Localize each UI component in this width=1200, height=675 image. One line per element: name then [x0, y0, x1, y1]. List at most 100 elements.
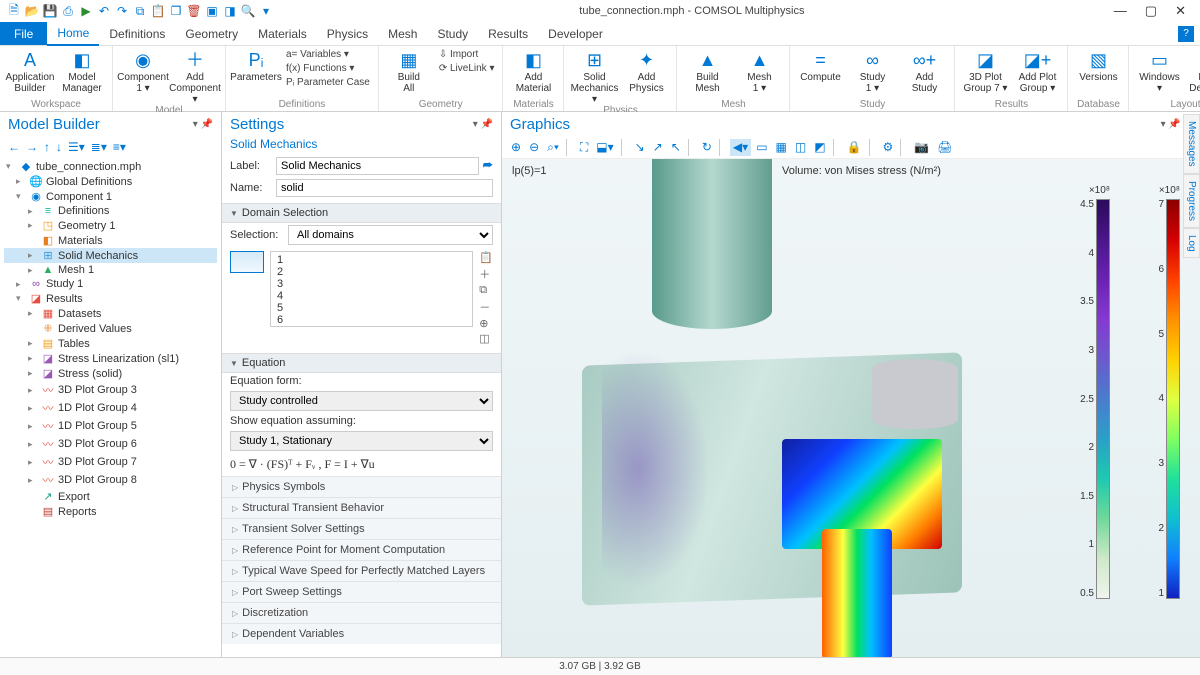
- domain-item[interactable]: 2: [277, 266, 466, 278]
- collapsed-section[interactable]: ▷ Reference Point for Moment Computation: [222, 539, 501, 560]
- tree-node[interactable]: ▸〰3D Plot Group 3: [4, 381, 217, 399]
- qat-save-icon[interactable]: 💾: [42, 3, 58, 19]
- view-xy-icon[interactable]: ⬓▾: [593, 139, 616, 156]
- ribbon-small-item[interactable]: Pᵢ Parameter Case: [284, 76, 372, 89]
- tree-node[interactable]: ▾◪Results: [4, 291, 217, 306]
- go-default-icon[interactable]: ↘: [632, 139, 648, 156]
- tree-node[interactable]: ▾◆tube_connection.mph: [4, 159, 217, 174]
- tree-node[interactable]: ▸〰1D Plot Group 5: [4, 417, 217, 435]
- pin-icon[interactable]: ▾ 📌: [193, 119, 213, 130]
- qat-undo-icon[interactable]: ↶: [96, 3, 112, 19]
- ribbon-parameters-button[interactable]: PᵢParameters: [232, 48, 280, 83]
- ribbon-versions-button[interactable]: ▧Versions: [1074, 48, 1122, 83]
- tree-node[interactable]: ▸🌐Global Definitions: [4, 174, 217, 189]
- ribbon-compute-button[interactable]: =Compute: [796, 48, 844, 83]
- domain-item[interactable]: 5: [277, 302, 466, 314]
- transparency-icon[interactable]: ▦: [773, 139, 790, 156]
- domain-list[interactable]: 123456: [270, 251, 473, 327]
- go-xy-icon[interactable]: ↗: [650, 139, 666, 156]
- ribbon-small-item[interactable]: ⇩ Import: [437, 48, 497, 61]
- sel-zoom-icon[interactable]: ⊕: [479, 317, 493, 330]
- mb-back-icon[interactable]: ←: [6, 139, 22, 155]
- pin-icon[interactable]: ▾ 📌: [473, 119, 493, 130]
- collapsed-section[interactable]: ▷ Discretization: [222, 602, 501, 623]
- qat-down-icon[interactable]: ◨: [222, 3, 238, 19]
- ribbon-small-item[interactable]: a= Variables ▾: [284, 48, 372, 61]
- print-icon[interactable]: 🖨: [934, 139, 955, 156]
- ribbon-solid_mech-button[interactable]: ⊞SolidMechanics ▾: [570, 48, 618, 105]
- zoom-extents-icon[interactable]: ⛶: [577, 139, 591, 156]
- tree-node[interactable]: ▸〰1D Plot Group 4: [4, 399, 217, 417]
- file-tab[interactable]: File: [0, 22, 47, 45]
- tree-node[interactable]: ◧Materials: [4, 233, 217, 248]
- tree-node[interactable]: ▸▤Tables: [4, 336, 217, 351]
- ribbon-add_plot-button[interactable]: ◪+Add PlotGroup ▾: [1013, 48, 1061, 94]
- show-eq-dropdown[interactable]: Study 1, Stationary: [230, 431, 493, 451]
- ribbon-add_physics-button[interactable]: ✦AddPhysics: [622, 48, 670, 94]
- scene-light-icon[interactable]: ▭: [753, 139, 770, 156]
- ribbon-build_mesh-button[interactable]: ▲BuildMesh: [683, 48, 731, 94]
- collapsed-section[interactable]: ▷ Structural Transient Behavior: [222, 497, 501, 518]
- tree-node[interactable]: ⁜Derived Values: [4, 321, 217, 336]
- sel-remove-icon[interactable]: －: [479, 299, 493, 315]
- qat-dup-icon[interactable]: ❐: [168, 3, 184, 19]
- mb-down-icon[interactable]: ↓: [54, 139, 64, 155]
- tree-node[interactable]: ▸≡Definitions: [4, 204, 217, 218]
- tree-node[interactable]: ▸◳Geometry 1: [4, 218, 217, 233]
- tree-node[interactable]: ▸〰3D Plot Group 7: [4, 453, 217, 471]
- tab-geometry[interactable]: Geometry: [175, 23, 248, 45]
- collapsed-section[interactable]: ▷ Dependent Variables: [222, 623, 501, 644]
- tree-node[interactable]: ▤Reports: [4, 504, 217, 519]
- collapsed-section[interactable]: ▷ Transient Solver Settings: [222, 518, 501, 539]
- tree-node[interactable]: ▸◪Stress (solid): [4, 366, 217, 381]
- go-yz-icon[interactable]: ↖: [668, 139, 684, 156]
- tree-node[interactable]: ▸∞Study 1: [4, 277, 217, 291]
- selection-dropdown[interactable]: All domains: [288, 225, 493, 245]
- tab-developer[interactable]: Developer: [538, 23, 613, 45]
- qat-copy-icon[interactable]: ⧉: [132, 3, 148, 19]
- name-input[interactable]: [276, 179, 493, 197]
- collapsed-section[interactable]: ▷ Port Sweep Settings: [222, 581, 501, 602]
- tab-materials[interactable]: Materials: [248, 23, 317, 45]
- label-input[interactable]: [276, 157, 479, 175]
- tree-node[interactable]: ▾◉Component 1: [4, 189, 217, 204]
- wireframe-icon[interactable]: ◫: [792, 139, 809, 156]
- snapshot-icon[interactable]: 📷: [911, 139, 932, 156]
- tree-node[interactable]: ▸〰3D Plot Group 6: [4, 435, 217, 453]
- qat-del-icon[interactable]: 🗑: [186, 3, 202, 19]
- tab-study[interactable]: Study: [427, 23, 478, 45]
- collapsed-section[interactable]: ▷ Typical Wave Speed for Perfectly Match…: [222, 560, 501, 581]
- tab-results[interactable]: Results: [478, 23, 538, 45]
- collapsed-section[interactable]: ▷ Physics Symbols: [222, 476, 501, 497]
- domain-item[interactable]: 6: [277, 314, 466, 326]
- equation-header[interactable]: ▼Equation: [222, 353, 501, 373]
- side-tab-log[interactable]: Log: [1183, 228, 1200, 259]
- tab-mesh[interactable]: Mesh: [378, 23, 427, 45]
- ribbon-3dplot-button[interactable]: ◪3D PlotGroup 7 ▾: [961, 48, 1009, 94]
- tab-home[interactable]: Home: [47, 22, 99, 46]
- domain-item[interactable]: 4: [277, 290, 466, 302]
- ribbon-reset-button[interactable]: ↺ResetDesktop ▾: [1187, 48, 1200, 94]
- ribbon-model_manager-button[interactable]: ◧ModelManager: [58, 48, 106, 94]
- qat-redo-icon[interactable]: ↷: [114, 3, 130, 19]
- qat-up-icon[interactable]: ▣: [204, 3, 220, 19]
- tree-node[interactable]: ▸◪Stress Linearization (sl1): [4, 351, 217, 366]
- ribbon-build_all-button[interactable]: ▦BuildAll: [385, 48, 433, 94]
- graphics-canvas[interactable]: lp(5)=1 Volume: von Mises stress (N/m²) …: [502, 159, 1200, 657]
- qat-search-icon[interactable]: 🔍: [240, 3, 256, 19]
- ribbon-windows-button[interactable]: ▭Windows▾: [1135, 48, 1183, 94]
- close-button[interactable]: ✕: [1171, 3, 1190, 19]
- mb-up-icon[interactable]: ↑: [42, 139, 52, 155]
- side-tab-progress[interactable]: Progress: [1183, 174, 1200, 228]
- qat-run-icon[interactable]: ▶: [78, 3, 94, 19]
- mb-fwd-icon[interactable]: →: [24, 139, 40, 155]
- help-icon[interactable]: ?: [1178, 26, 1194, 42]
- tree-node[interactable]: ↗Export: [4, 489, 217, 504]
- refresh-icon[interactable]: ↻: [699, 139, 715, 156]
- ribbon-small-item[interactable]: ⟳ LiveLink ▾: [437, 62, 497, 75]
- ribbon-mesh1-button[interactable]: ▲Mesh1 ▾: [735, 48, 783, 94]
- domain-selection-header[interactable]: ▼Domain Selection: [222, 203, 501, 223]
- ribbon-app_builder-button[interactable]: AApplicationBuilder: [6, 48, 54, 94]
- tree-node[interactable]: ▸▲Mesh 1: [4, 263, 217, 277]
- maximize-button[interactable]: ▢: [1141, 3, 1161, 19]
